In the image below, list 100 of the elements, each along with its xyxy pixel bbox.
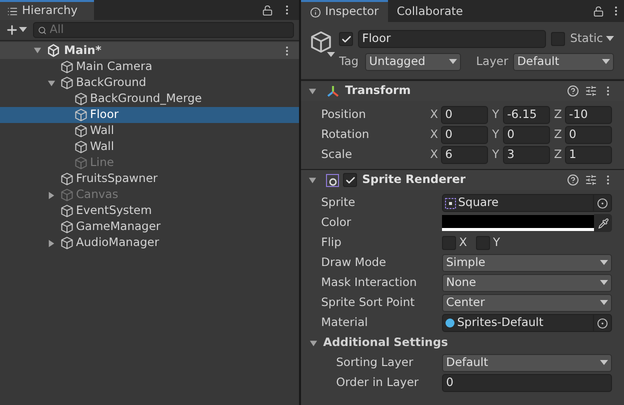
name-field[interactable]: Floor [358, 30, 546, 48]
expanded-arrow-icon[interactable] [309, 338, 318, 348]
add-button[interactable] [5, 23, 27, 37]
lock-icon[interactable] [262, 4, 274, 16]
lock-icon[interactable] [593, 6, 604, 16]
search-field[interactable]: All [33, 22, 294, 38]
property-label: Order in Layer [336, 374, 420, 392]
dropdown-field[interactable]: Default [513, 53, 614, 71]
property-label: Color [321, 214, 352, 232]
dropdown-field[interactable]: Untagged [365, 53, 462, 71]
dropdown-field[interactable]: Simple [442, 254, 612, 272]
vector-field[interactable]: 3 [503, 146, 550, 164]
axis-label: Y [493, 234, 500, 252]
axis-label: Y [492, 106, 500, 124]
layer-label: Layer [476, 53, 508, 70]
vector-field[interactable]: 0 [441, 106, 488, 124]
help-icon[interactable] [567, 174, 579, 186]
active-checkbox[interactable] [339, 32, 354, 46]
hierarchy-item[interactable]: Main Camera [0, 59, 300, 75]
dropdown-caret-icon [327, 52, 336, 58]
hierarchy-item[interactable]: Wall [0, 139, 300, 155]
cube-icon [60, 76, 74, 90]
property-label: Sorting Layer [336, 354, 414, 372]
static-dropdown[interactable]: Static [570, 30, 614, 48]
preset-icon[interactable] [585, 174, 597, 186]
cube-icon [74, 124, 88, 138]
cube-icon [74, 92, 88, 106]
hierarchy-tab[interactable]: Hierarchy [0, 0, 94, 20]
inspector-tab[interactable]: Inspector [301, 0, 388, 22]
component-header[interactable]: Sprite Renderer [301, 169, 624, 190]
object-picker-icon[interactable] [597, 198, 608, 208]
object-picker-icon[interactable] [597, 318, 608, 328]
collapsed-arrow-icon[interactable] [47, 238, 56, 248]
axes-icon [326, 84, 340, 98]
number-field[interactable]: 0 [442, 374, 612, 392]
hierarchy-item[interactable]: Wall [0, 123, 300, 139]
sprite-renderer-icon [326, 174, 340, 186]
eyedropper-icon[interactable] [598, 218, 608, 228]
hierarchy-item[interactable]: GameManager [0, 219, 300, 235]
search-icon [38, 26, 47, 34]
expanded-arrow-icon[interactable] [33, 46, 42, 55]
property-label: Mask Interaction [321, 274, 418, 292]
axis-label: Z [554, 106, 563, 124]
property-label: Rotation [321, 126, 370, 144]
axis-label: Z [554, 146, 563, 164]
collapsed-arrow-icon[interactable] [47, 190, 56, 200]
hierarchy-item[interactable]: AudioManager [0, 235, 300, 251]
expanded-arrow-icon[interactable] [47, 78, 56, 88]
axis-label: Z [554, 126, 563, 144]
vector-field[interactable]: 0 [441, 126, 488, 144]
vector-field[interactable]: -6.15 [503, 106, 550, 124]
vector-field[interactable]: 6 [441, 146, 488, 164]
help-icon[interactable] [567, 85, 579, 97]
dropdown-field[interactable]: Center [442, 294, 612, 312]
list-icon [7, 6, 18, 16]
axis-label: Y [492, 146, 500, 164]
cube-icon [60, 188, 74, 202]
flip-y-checkbox[interactable] [476, 236, 490, 250]
dropdown-caret-icon [600, 260, 608, 266]
additional-settings-foldout[interactable]: Additional Settings [301, 333, 624, 353]
cube-icon [60, 60, 74, 74]
cube-icon [60, 220, 74, 234]
vector-field[interactable]: 0 [503, 126, 550, 144]
hierarchy-item[interactable]: EventSystem [0, 203, 300, 219]
static-checkbox[interactable] [551, 32, 566, 46]
dropdown-caret-icon [19, 27, 27, 33]
component-title: Transform [345, 82, 412, 100]
tag-label: Tag [339, 53, 360, 70]
cube-icon [74, 156, 88, 170]
inspector-tab[interactable]: Collaborate [388, 0, 472, 22]
axis-label: X [430, 146, 439, 164]
foldout-arrow-icon[interactable] [308, 176, 318, 184]
axis-label: X [430, 126, 439, 144]
enabled-checkbox[interactable] [343, 173, 358, 187]
hierarchy-item[interactable]: FruitsSpawner [0, 171, 300, 187]
foldout-arrow-icon[interactable] [308, 86, 318, 96]
dropdown-field[interactable]: Default [442, 354, 612, 372]
hierarchy-item[interactable]: BackGround_Merge [0, 91, 300, 107]
axis-label: X [459, 234, 467, 252]
object-field[interactable]: Sprites-Default [442, 314, 612, 332]
axis-label: X [430, 106, 439, 124]
hierarchy-item[interactable]: BackGround [0, 75, 300, 91]
plus-icon [5, 23, 19, 37]
hierarchy-item[interactable]: Floor [0, 107, 300, 123]
search-input[interactable]: All [50, 21, 290, 39]
dropdown-caret-icon [602, 59, 610, 65]
scene-header[interactable]: Main* [0, 42, 300, 59]
checkmark-icon [340, 34, 352, 44]
object-field[interactable]: Square [442, 194, 612, 212]
dropdown-field[interactable]: None [442, 274, 612, 292]
vector-field[interactable]: -10 [565, 106, 612, 124]
flip-x-checkbox[interactable] [442, 236, 456, 250]
checkmark-icon [344, 174, 356, 186]
vector-field[interactable]: 1 [565, 146, 612, 164]
cube-icon [309, 30, 334, 54]
color-swatch[interactable] [442, 215, 594, 231]
dropdown-caret-icon [600, 280, 608, 286]
preset-icon[interactable] [585, 85, 597, 97]
vector-field[interactable]: 0 [565, 126, 612, 144]
dropdown-caret-icon [449, 59, 458, 65]
